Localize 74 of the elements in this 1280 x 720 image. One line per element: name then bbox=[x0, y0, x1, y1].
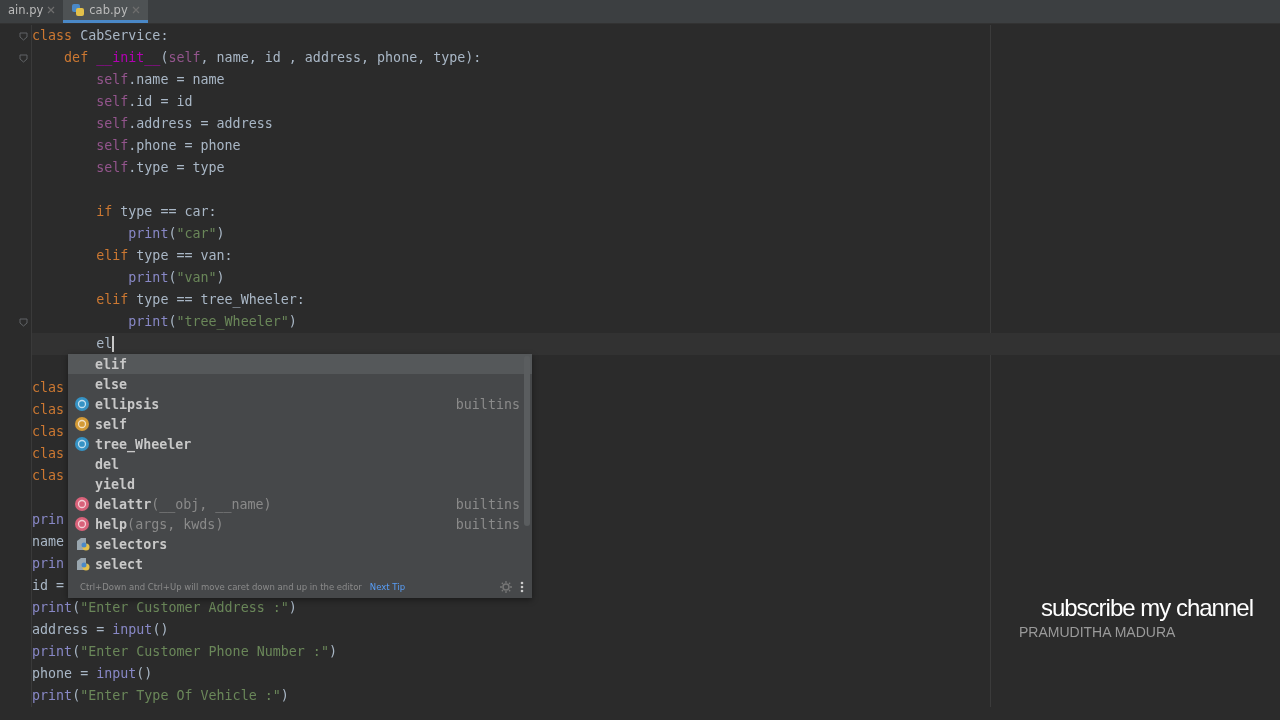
code-line: id = bbox=[32, 577, 65, 595]
completion-label: elif bbox=[95, 356, 128, 372]
completion-label: self bbox=[95, 416, 128, 432]
file-tab[interactable]: cab.py bbox=[63, 0, 148, 23]
class-icon bbox=[75, 397, 89, 411]
completion-item[interactable]: elif bbox=[68, 354, 532, 374]
code-line: clas bbox=[32, 445, 65, 463]
code-line: clas bbox=[32, 423, 65, 441]
completion-item[interactable]: select bbox=[68, 554, 532, 574]
python-file-icon bbox=[71, 3, 86, 17]
code-line: clas bbox=[32, 467, 65, 485]
code-line: clas bbox=[32, 401, 65, 419]
completion-item[interactable]: ellipsis builtins bbox=[68, 394, 532, 414]
completion-label: tree_Wheeler bbox=[95, 436, 192, 452]
fold-marker-icon[interactable] bbox=[19, 317, 28, 327]
code-line: self.id = id bbox=[95, 93, 193, 111]
code-line: self.type = type bbox=[95, 159, 225, 177]
code-line: print("car") bbox=[127, 225, 225, 243]
code-line: address = input() bbox=[32, 621, 169, 639]
completion-item[interactable]: tree_Wheeler bbox=[68, 434, 532, 454]
fold-marker-icon[interactable] bbox=[19, 53, 28, 63]
close-icon[interactable] bbox=[47, 6, 56, 14]
code-line: name bbox=[32, 533, 65, 551]
param-icon bbox=[75, 417, 89, 431]
completion-label: selectors bbox=[95, 536, 168, 552]
completion-label: select bbox=[95, 556, 144, 572]
code-line: elif type == tree_Wheeler: bbox=[95, 291, 305, 310]
function-icon bbox=[75, 517, 89, 531]
code-line: print("tree_Wheeler") bbox=[127, 313, 297, 332]
fold-marker-icon[interactable] bbox=[19, 31, 28, 41]
code-line: print("van") bbox=[127, 269, 225, 287]
next-tip-link[interactable]: Next Tip bbox=[369, 582, 406, 592]
completion-item[interactable]: delattr(__obj, __name) builtins bbox=[68, 494, 532, 514]
completion-item[interactable]: self bbox=[68, 414, 532, 434]
function-icon bbox=[75, 497, 89, 511]
code-line: elif type == van: bbox=[95, 247, 233, 265]
code-line: print("Enter Customer Address :") bbox=[32, 599, 297, 617]
completion-item[interactable]: del bbox=[68, 454, 532, 474]
completion-hint: builtins bbox=[455, 396, 520, 412]
module-icon bbox=[75, 537, 91, 551]
code-line: print("Enter Customer Phone Number :") bbox=[32, 643, 337, 661]
completion-item[interactable]: else bbox=[68, 374, 532, 394]
completion-label: ellipsis bbox=[95, 396, 160, 412]
completion-item[interactable]: help(args, kwds) builtins bbox=[68, 514, 532, 534]
code-line: class CabService: bbox=[32, 27, 169, 45]
code-line: print("Enter Type Of Vehicle :") bbox=[32, 687, 289, 705]
completion-label: delattr(__obj, __name) bbox=[95, 496, 272, 512]
module-icon bbox=[75, 557, 91, 571]
completion-label: else bbox=[95, 376, 128, 392]
completion-item[interactable]: selectors bbox=[68, 534, 532, 554]
code-line: clas bbox=[32, 379, 65, 397]
code-line: self.name = name bbox=[95, 71, 225, 89]
text-caret bbox=[112, 336, 114, 352]
code-line: prin bbox=[32, 511, 65, 529]
code-line: self.phone = phone bbox=[95, 137, 241, 155]
completion-item[interactable]: yield bbox=[68, 474, 532, 494]
completion-label: yield bbox=[95, 476, 136, 492]
code-line: phone = input() bbox=[32, 665, 153, 683]
caption-title: subscribe my channel bbox=[1040, 593, 1253, 623]
close-icon[interactable] bbox=[131, 6, 140, 14]
completion-hint: builtins bbox=[455, 516, 520, 532]
class-icon bbox=[75, 437, 89, 451]
more-options-icon[interactable] bbox=[520, 581, 524, 593]
caption-author: PRAMUDITHA MADURA bbox=[1019, 624, 1177, 640]
code-line: if type == car: bbox=[95, 203, 217, 221]
code-line: self.address = address bbox=[95, 115, 273, 133]
code-line: def __init__(self, name, id , address, phone, type): bbox=[63, 49, 482, 68]
completion-label: del bbox=[95, 456, 120, 472]
completion-label: help(args, kwds) bbox=[95, 516, 224, 532]
completion-hint: builtins bbox=[455, 496, 520, 512]
code-line: prin bbox=[32, 555, 65, 573]
file-tab[interactable]: ain.py bbox=[0, 0, 64, 23]
settings-icon[interactable] bbox=[500, 581, 512, 593]
code-line: el bbox=[95, 335, 113, 353]
